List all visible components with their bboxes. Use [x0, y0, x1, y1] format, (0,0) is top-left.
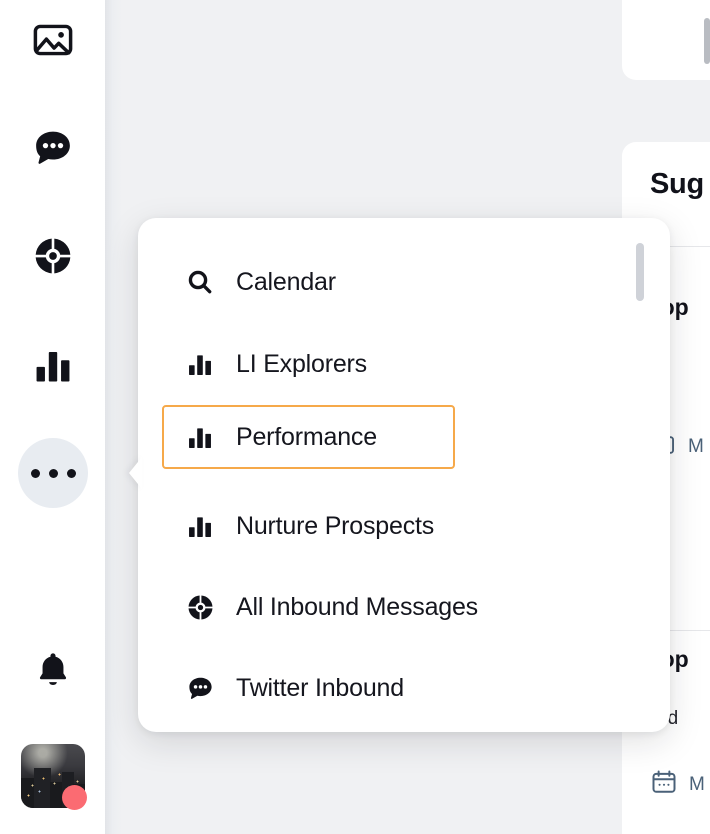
chat-icon: [185, 674, 215, 703]
rail-item-more[interactable]: [18, 438, 88, 508]
menu-item-label: Performance: [236, 422, 377, 451]
search-icon: [185, 268, 215, 296]
bar-icon: [185, 350, 215, 378]
rail-item-analytics[interactable]: [18, 221, 88, 291]
app-root: Sug Cop lo d M iew Cop No d M: [0, 0, 710, 834]
rail-item-reports[interactable]: [18, 330, 88, 400]
calendar-icon: [650, 768, 678, 801]
rail-item-notifications[interactable]: [18, 634, 88, 704]
bar-icon: [185, 512, 215, 540]
ellipsis-icon: [30, 468, 76, 478]
left-rail: [0, 0, 105, 834]
rail-item-image[interactable]: [18, 5, 88, 75]
section-1-meta-text: M: [688, 436, 704, 457]
page-title: Sug: [650, 168, 704, 200]
pie-icon: [32, 235, 74, 277]
avatar[interactable]: [21, 744, 87, 810]
menu-item-performance[interactable]: Performance: [162, 405, 455, 469]
menu-item-label: Nurture Prospects: [236, 511, 435, 540]
menu-item-calendar[interactable]: Calendar: [162, 250, 455, 314]
bar-icon: [185, 423, 215, 451]
menu-scrollbar[interactable]: [636, 243, 644, 301]
menu-pointer-arrow: [129, 457, 142, 489]
rail-item-chat[interactable]: [18, 113, 88, 183]
menu-item-label: Twitter Inbound: [236, 673, 404, 702]
background-card-top-scrollbar[interactable]: [704, 18, 710, 64]
background-card-top: [622, 0, 710, 80]
menu-item-label: Calendar: [236, 267, 336, 296]
menu-item-li-explorers[interactable]: LI Explorers: [162, 332, 455, 396]
bar-icon: [32, 344, 74, 386]
status-badge: [62, 785, 87, 810]
menu-item-all-inbound-messages[interactable]: All Inbound Messages: [162, 575, 478, 639]
menu-item-label: All Inbound Messages: [236, 592, 478, 621]
rail-edge-shadow: [105, 0, 122, 834]
pie-icon: [185, 593, 215, 622]
menu-item-label: LI Explorers: [236, 349, 367, 378]
menu-item-nurture-prospects[interactable]: Nurture Prospects: [162, 494, 455, 558]
chat-icon: [31, 126, 75, 170]
section-2-meta-text: M: [689, 773, 705, 795]
image-icon: [31, 18, 75, 62]
bell-icon: [34, 650, 72, 688]
menu-item-twitter-inbound[interactable]: Twitter Inbound: [162, 656, 455, 720]
section-2-meta: M: [650, 768, 705, 801]
